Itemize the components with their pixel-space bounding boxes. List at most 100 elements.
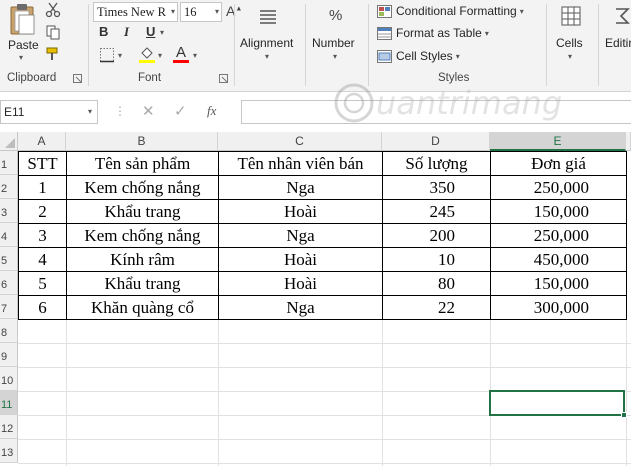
table-cell[interactable]: Kem chống nắng	[66, 223, 219, 248]
insert-function-icon[interactable]: fx	[207, 103, 216, 119]
table-cell[interactable]: 150,000	[490, 271, 627, 296]
name-box[interactable]: E11 ▾	[0, 100, 98, 124]
font-size-combo[interactable]: 16 ▾	[180, 2, 222, 22]
active-cell-selection[interactable]	[489, 390, 625, 416]
row-header[interactable]: 7	[0, 295, 18, 319]
table-cell[interactable]: 4	[18, 247, 67, 272]
alignment-button[interactable]: Alignment ▾	[238, 2, 300, 64]
table-cell[interactable]: Hoài	[218, 271, 383, 296]
fill-color-dropdown-icon[interactable]: ▾	[158, 51, 162, 60]
ribbon-separator	[88, 4, 89, 86]
underline-dropdown-icon[interactable]: ▾	[160, 28, 164, 37]
table-cell[interactable]: Kính râm	[66, 247, 219, 272]
alignment-dropdown-icon: ▾	[265, 52, 270, 61]
header-cell[interactable]: Tên nhân viên bán	[218, 151, 383, 176]
column-header-b[interactable]: B	[66, 132, 218, 151]
row-header[interactable]: 2	[0, 175, 18, 199]
table-cell[interactable]: 300,000	[490, 295, 627, 320]
ribbon-separator	[546, 4, 547, 86]
table-cell[interactable]: 250,000	[490, 223, 627, 248]
paste-button[interactable]: Paste ▾	[4, 2, 40, 62]
table-cell[interactable]: 3	[18, 223, 67, 248]
font-color-button[interactable]: A	[173, 44, 191, 64]
header-cell[interactable]: STT	[18, 151, 67, 176]
row-header[interactable]: 4	[0, 223, 18, 247]
column-header-e[interactable]: E	[490, 132, 626, 151]
font-name-combo[interactable]: Times New R ▾	[93, 2, 178, 22]
table-cell[interactable]: 250,000	[490, 175, 627, 200]
table-cell[interactable]: 200	[382, 223, 491, 248]
font-launcher-icon[interactable]	[219, 74, 228, 83]
column-header-a[interactable]: A	[18, 132, 66, 151]
cells-button[interactable]: Cells ▾	[550, 2, 592, 64]
table-cell[interactable]: 5	[18, 271, 67, 296]
name-box-value: E11	[4, 105, 25, 119]
header-cell[interactable]: Số lượng	[382, 151, 491, 176]
enter-icon[interactable]: ✓	[174, 102, 187, 120]
row-header[interactable]: 6	[0, 271, 18, 295]
table-cell[interactable]: 1	[18, 175, 67, 200]
table-cell[interactable]: Khẩu trang	[66, 199, 219, 224]
header-cell[interactable]: Đơn giá	[490, 151, 627, 176]
table-cell[interactable]: 80	[382, 271, 491, 296]
underline-button[interactable]: U	[146, 24, 155, 39]
table-cell[interactable]: Hoài	[218, 247, 383, 272]
header-cell[interactable]: Tên sản phẩm	[66, 151, 219, 176]
borders-icon[interactable]	[99, 47, 115, 63]
row-header[interactable]: 5	[0, 247, 18, 271]
table-cell[interactable]: Nga	[218, 223, 383, 248]
bold-button[interactable]: B	[99, 24, 108, 39]
row-header[interactable]: 3	[0, 199, 18, 223]
paste-dropdown-icon[interactable]: ▾	[19, 53, 23, 62]
cells-label: Cells	[556, 36, 583, 50]
format-as-table-button[interactable]: Format as Table ▾	[377, 24, 489, 42]
cancel-icon[interactable]: ✕	[142, 102, 155, 120]
table-cell[interactable]: 10	[382, 247, 491, 272]
conditional-formatting-label: Conditional Formatting	[396, 4, 517, 18]
table-cell[interactable]: 245	[382, 199, 491, 224]
table-cell[interactable]: Nga	[218, 175, 383, 200]
format-as-table-icon	[377, 26, 392, 40]
chevron-down-icon: ▾	[484, 28, 489, 38]
format-painter-icon[interactable]	[45, 46, 61, 62]
number-button[interactable]: % Number ▾	[309, 2, 363, 64]
font-color-dropdown-icon[interactable]: ▾	[193, 51, 197, 60]
align-icon	[260, 10, 276, 24]
table-cell[interactable]: Nga	[218, 295, 383, 320]
column-header-c[interactable]: C	[218, 132, 382, 151]
table-cell[interactable]: 450,000	[490, 247, 627, 272]
row-header[interactable]: 12	[0, 415, 18, 439]
borders-dropdown-icon[interactable]: ▾	[118, 51, 122, 60]
row-header[interactable]: 1	[0, 151, 18, 175]
row-header[interactable]: 10	[0, 367, 18, 391]
table-cell[interactable]: 150,000	[490, 199, 627, 224]
table-cell[interactable]: Khăn quàng cổ	[66, 295, 219, 320]
fill-color-icon[interactable]	[138, 45, 156, 63]
table-cell[interactable]: Kem chống nắng	[66, 175, 219, 200]
column-header-d[interactable]: D	[382, 132, 490, 151]
ribbon-separator	[234, 4, 235, 86]
row-header[interactable]: 8	[0, 319, 18, 343]
conditional-formatting-button[interactable]: Conditional Formatting ▾	[377, 2, 524, 20]
fill-handle[interactable]	[621, 412, 627, 418]
ribbon-separator	[598, 4, 599, 86]
table-cell[interactable]: Hoài	[218, 199, 383, 224]
table-cell[interactable]: Khẩu trang	[66, 271, 219, 296]
ribbon-separator	[305, 4, 306, 86]
cell-styles-button[interactable]: Cell Styles ▾	[377, 47, 460, 65]
column-header-extra[interactable]	[626, 132, 631, 151]
row-header[interactable]: 9	[0, 343, 18, 367]
cut-icon[interactable]	[45, 2, 61, 18]
copy-icon[interactable]	[45, 24, 61, 40]
chevron-down-icon: ▾	[87, 107, 92, 116]
table-cell[interactable]: 350	[382, 175, 491, 200]
row-header-selected[interactable]: 11	[0, 391, 18, 415]
italic-button[interactable]: I	[124, 24, 129, 40]
table-cell[interactable]: 22	[382, 295, 491, 320]
table-cell[interactable]: 6	[18, 295, 67, 320]
editing-button[interactable]: Editin	[602, 2, 631, 64]
clipboard-launcher-icon[interactable]	[73, 74, 82, 83]
select-all-corner[interactable]	[0, 132, 18, 151]
table-cell[interactable]: 2	[18, 199, 67, 224]
row-header[interactable]: 13	[0, 439, 18, 463]
